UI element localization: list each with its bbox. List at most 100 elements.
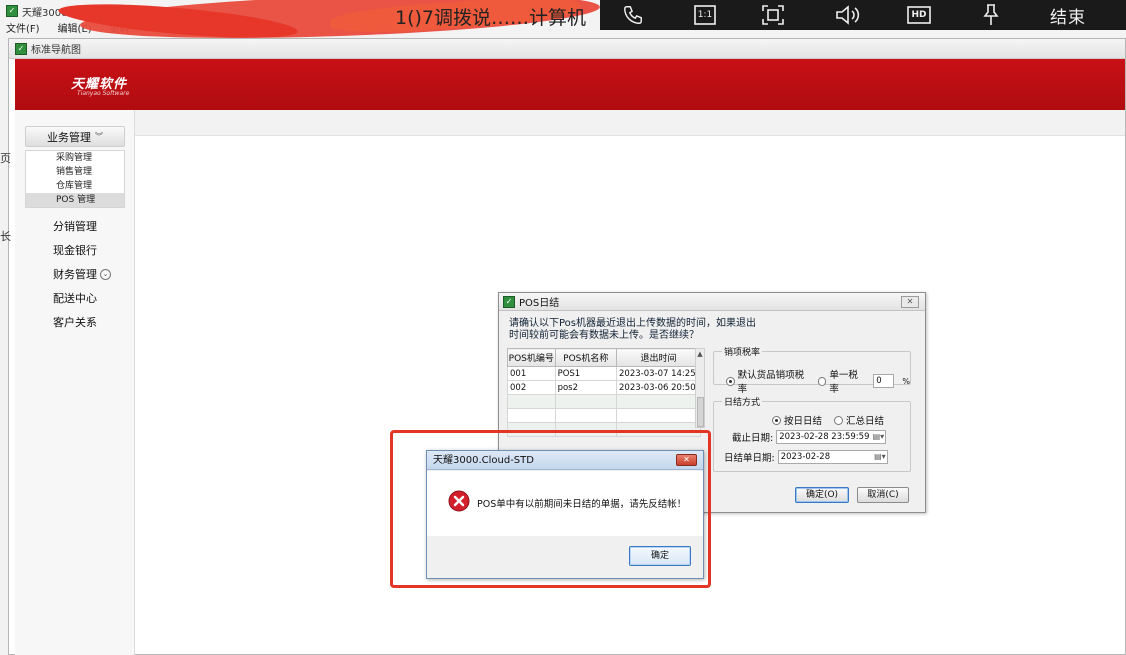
radio-label: 按日日结 [784,416,823,427]
nav-item-label: 配送中心 [53,292,97,305]
table-cell: 001 [507,366,556,381]
nav-item-cash-bank[interactable]: 现金银行 [53,242,97,258]
menu-file[interactable]: 文件(F) [6,20,40,35]
table-row[interactable]: 001 POS1 2023-03-07 14:25: [507,366,701,381]
nav-item-delivery[interactable]: 配送中心 [53,290,97,306]
hd-label: HD [911,10,927,20]
nav-item-distribution[interactable]: 分销管理 [53,218,97,234]
phone-toolbar: 1:1 HD 结束 [600,0,1126,30]
hd-icon[interactable]: HD [904,3,934,27]
clipped-edge-text: 长 [0,230,11,243]
app-logo-icon: ✓ [503,295,515,308]
nav-sub-purchase[interactable]: 采购管理 [26,151,124,165]
tax-rate-group: 销项税率 默认货品销项税率 单一税率 0 % [713,345,911,395]
scroll-up-icon[interactable]: ▲ [696,349,704,359]
radio-by-day[interactable]: 按日日结 [772,413,822,427]
obscured-title: 1()7调拨说……计算机 [395,7,587,29]
screenshot-frame-icon[interactable] [758,3,788,27]
left-navigation: 业务管理 ︾ 采购管理 销售管理 仓库管理 POS 管理 分销管理 现金银行 财… [15,110,135,655]
nav-group-business[interactable]: 业务管理 ︾ [25,126,125,147]
chevron-down-icon: ⌄ [100,268,111,280]
pos-dialog-title-text: POS日结 [519,298,560,309]
table-cell: POS1 [554,366,618,381]
radio-dot [817,376,827,386]
column-header-pos-name[interactable]: POS机名称 [554,348,618,367]
tax-rate-group-label: 销项税率 [722,345,763,358]
scrollbar-thumb[interactable] [697,397,704,427]
cutoff-date-label: 截止日期: [732,433,774,444]
chevron-down-icon: ︾ [95,132,103,141]
nav-item-label: 分销管理 [53,220,97,233]
radio-label: 默认货品销项税率 [737,370,805,395]
table-row[interactable]: 002 pos2 2023-03-06 20:50: [507,380,701,395]
clipped-edge-text: 页 [0,152,11,165]
doc-date-input[interactable]: 2023-02-28 ▤▾ [777,450,888,464]
table-cell: pos2 [554,380,618,395]
pos-dialog-message-line1: 请确认以下Pos机器最近退出上传数据的时间，如果退出 [509,318,757,329]
radio-summary[interactable]: 汇总日结 [834,413,884,427]
pos-machine-table: POS机编号 POS机名称 退出时间 001 POS1 2023-03-07 1… [507,348,701,437]
nav-item-finance[interactable]: 财务管理 ⌄ [53,266,111,282]
app-logo-icon: ✓ [6,5,18,17]
pos-ok-button[interactable]: 确定(O) [795,487,849,503]
radio-dot [772,415,781,425]
phone-icon[interactable] [618,3,648,27]
navigation-window-title-text: 标准导航图 [31,45,81,56]
error-message: POS单中有以前期间未日结的单据，请先反结帐！ [477,499,687,510]
ratio-1-1-icon[interactable]: 1:1 [690,3,720,27]
table-scrollbar[interactable]: ▲ [695,348,705,428]
nav-submenu: 采购管理 销售管理 仓库管理 POS 管理 [25,150,125,208]
column-header-pos-id[interactable]: POS机编号 [507,348,556,367]
close-icon[interactable]: ✕ [901,296,919,308]
pos-dialog-message: 请确认以下Pos机器最近退出上传数据的时间，如果退出 时间较前可能会有数据未上传… [509,318,769,342]
nav-item-label: 财务管理 [53,268,97,281]
nav-item-label: 现金银行 [53,244,97,257]
nav-sub-sales[interactable]: 销售管理 [26,165,124,179]
screen: ✓ 天耀3000.0 文件(F) 编辑(E) 资料 1()7调拨说……计算机 1… [0,0,1126,655]
app-logo-icon: ✓ [15,42,27,55]
calendar-dropdown-icon[interactable]: ▤▾ [873,431,885,443]
table-cell: 2023-03-07 14:25: [616,366,701,381]
doc-date-value: 2023-02-28 [780,452,831,462]
table-row-empty [507,408,701,423]
radio-default-tax[interactable]: 默认货品销项税率 [726,367,810,395]
radio-label: 汇总日结 [846,416,885,427]
calendar-dropdown-icon[interactable]: ▤▾ [874,451,886,463]
table-row-empty [507,394,701,409]
ratio-label: 1:1 [697,10,713,20]
error-dialog-body: POS单中有以前期间未日结的单据，请先反结帐！ [427,471,703,536]
brand-banner: 天耀软件 Tianyao Software [15,59,1125,110]
nav-group-label: 业务管理 [47,130,91,144]
pos-dialog-message-line2: 时间较前可能会有数据未上传。是否继续？ [509,330,699,341]
cutoff-date-input[interactable]: 2023-02-28 23:59:59 ▤▾ [776,430,887,444]
nav-sub-pos[interactable]: POS 管理 [26,193,124,207]
nav-item-crm[interactable]: 客户关系 [53,314,97,330]
doc-date-label: 日结单日期: [724,453,775,464]
error-dialog: 天耀3000.Cloud-STD ✕ POS单中有以前期间未日结的单据，请先反结… [426,450,704,579]
radio-dot [834,415,844,425]
nav-item-label: 客户关系 [53,316,97,329]
pos-cancel-button[interactable]: 取消(C) [857,487,909,503]
brand-logo-sub: Tianyao Software [77,90,130,97]
error-ok-button[interactable]: 确定 [629,546,691,566]
nav-sub-warehouse[interactable]: 仓库管理 [26,179,124,193]
tax-unit: % [902,376,910,386]
tax-rate-input[interactable]: 0 [873,374,895,388]
close-icon[interactable]: ✕ [676,454,697,466]
pos-dialog-title: ✓ POS日结 [499,293,925,311]
table-cell: 2023-03-06 20:50: [616,380,701,395]
content-header-strip [135,110,1125,136]
error-icon [448,490,470,512]
table-cell: 002 [507,380,556,395]
radio-single-tax[interactable]: 单一税率 [817,367,866,395]
close-mode-group-label: 日结方式 [722,395,763,408]
pin-icon[interactable] [976,3,1006,27]
radio-label: 单一税率 [829,370,858,395]
error-dialog-title: 天耀3000.Cloud-STD [427,451,703,470]
navigation-window-title: ✓ 标准导航图 [9,39,1125,59]
radio-dot [726,376,735,386]
column-header-exit-time[interactable]: 退出时间 [616,348,701,367]
end-button[interactable]: 结束 [1040,3,1096,28]
close-mode-group: 日结方式 按日日结 汇总日结 截止日期: 2023-02-28 23:59:59… [713,395,911,472]
volume-icon[interactable] [832,3,862,27]
